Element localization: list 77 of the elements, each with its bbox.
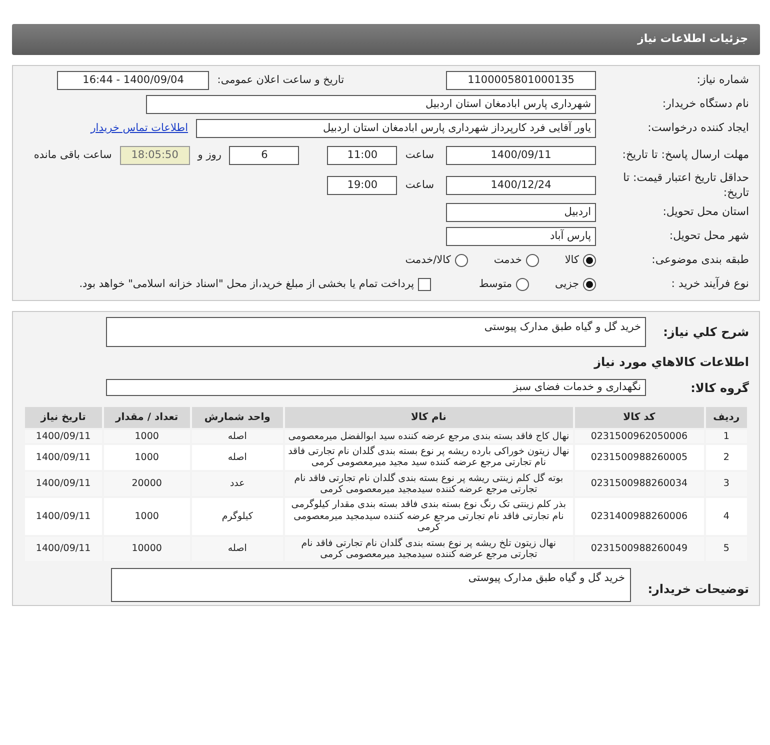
table-cell: 0231500988260049	[574, 536, 705, 562]
table-cell: 0231500988260034	[574, 470, 705, 498]
column-header: واحد شمارش	[191, 406, 284, 428]
table-cell: 0231400988260006	[574, 497, 705, 536]
contact-link[interactable]: اطلاعات تماس خریدار	[90, 120, 188, 136]
field-label: ساعت	[405, 178, 434, 193]
table-cell: 0231500988260005	[574, 444, 705, 471]
field-value: 1400/09/04 - 16:44	[57, 71, 210, 90]
field-label: استان محل تحویل:	[662, 205, 749, 220]
radio-button[interactable]	[516, 278, 530, 291]
radio-button[interactable]	[454, 254, 468, 267]
radio-label: کالا	[564, 252, 579, 268]
time-value: 19:00	[327, 176, 398, 195]
table-cell: نهال زیتون خوراکی بارده ریشه پر نوع بسته بندی گلدان نام تجارتی فاقد نام تجارتی مرجع عرضه کننده سید مجید میرمعصومی کرمی	[284, 444, 574, 471]
table-cell: 1400/09/11	[24, 470, 103, 498]
field-label: نام دستگاه خریدار:	[661, 97, 749, 112]
table-cell: 20000	[102, 470, 192, 498]
field-label: حداقل تاریخ اعتبار قیمت: تا تاریخ:	[622, 171, 749, 200]
radio-label: خدمت	[494, 252, 522, 268]
table-cell: 4	[704, 497, 748, 536]
checkbox[interactable]	[418, 278, 432, 291]
table-cell: 1000	[102, 497, 192, 536]
table-cell: اصله	[191, 444, 284, 471]
radio-button[interactable]	[583, 278, 596, 291]
table-cell: عدد	[191, 470, 284, 498]
checkbox-label: پرداخت تمام یا بخشی از مبلغ خرید،از محل "اسناد خزانه اسلامی" خواهد بود.	[79, 276, 414, 292]
field-label: گروه کالا:	[690, 380, 749, 396]
field-value: نگهداری و خدمات فضای سبز	[106, 379, 646, 396]
table-cell: 5	[704, 536, 748, 562]
field-label: ایجاد کننده درخواست:	[646, 121, 749, 136]
table-cell: 1400/09/11	[24, 536, 103, 562]
table-cell: 3	[704, 470, 748, 498]
page-title: جزئیات اطلاعات نیاز	[12, 24, 760, 54]
field-value: یاور آقایی فرد کارپرداز شهرداری پارس ابادمغان استان اردبیل	[196, 119, 596, 138]
table-cell: 2	[704, 444, 748, 471]
date-value: 1400/12/24	[446, 176, 596, 195]
table-cell: بذر کلم زینتی تک رنگ نوع بسته بندی فاقد بسته بندی مقدار کیلوگرمی نام تجارتی فاقد نام تجارتی مرجع عرضه کننده سیدمجید میرمعصومی کرمی	[284, 497, 574, 536]
table-cell: اصله	[191, 536, 284, 562]
radio-label: متوسط	[479, 276, 512, 292]
field-label: مهلت ارسال پاسخ: تا تاریخ:	[621, 148, 749, 163]
field-value: پارس آباد	[446, 227, 596, 246]
field-label: تاریخ و ساعت اعلان عمومی:	[217, 72, 344, 88]
table-cell: کیلوگرم	[191, 497, 284, 536]
summary-value: خريد گل و گیاه طبق مدارک پیوستی	[106, 316, 646, 346]
table-cell: بوته گل کلم زینتی ریشه پر نوع بسته بندی گلدان نام تجارتی فاقد نام تجارتی مرجع عرضه کننده سیدمجید میرمعصومی کرمی	[284, 470, 574, 498]
field-label: ساعت باقی مانده	[34, 148, 112, 163]
table-cell: نهال زیتون تلخ ریشه پر نوع بسته بندی گلدان نام تجارتی فاقد نام تجارتی مرجع عرضه کننده سیدمجید میرمعصومی کرمی	[284, 536, 574, 562]
time-value: 11:00	[327, 146, 398, 165]
radio-label: جزیی	[555, 276, 579, 292]
field-value: اردبیل	[446, 203, 596, 222]
field-label: شرح کلي نياز:	[662, 324, 749, 340]
field-label: توضیحات خریدار:	[646, 581, 749, 598]
field-label: ساعت	[405, 148, 434, 163]
field-label: روز و	[198, 148, 222, 163]
radio-button[interactable]	[526, 254, 539, 267]
column-header: نام کالا	[284, 406, 574, 428]
field-label: طبقه بندی موضوعی:	[650, 253, 749, 268]
field-label: شهر محل تحویل:	[668, 229, 749, 244]
table-cell: 10000	[102, 536, 192, 562]
radio-button[interactable]	[583, 254, 596, 267]
date-value: 1400/09/11	[446, 146, 596, 165]
column-header: رديف	[704, 406, 748, 428]
field-label: نوع فرآیند خرید :	[670, 277, 749, 292]
section-title: اطلاعات کالاهاي مورد نياز	[594, 354, 749, 370]
table-cell: 1400/09/11	[24, 497, 103, 536]
table-cell: 1000	[102, 444, 192, 471]
column-header: تاریخ نیاز	[24, 406, 103, 428]
field-label: شماره نیاز:	[696, 73, 749, 88]
table-cell: 1400/09/11	[24, 444, 103, 471]
column-header: کد کالا	[574, 406, 705, 428]
column-header: تعداد / مقدار	[102, 406, 192, 428]
field-value: 1100005801000135	[446, 71, 596, 90]
radio-label: کالا/خدمت	[405, 252, 451, 268]
field-value: شهرداری پارس ابادمغان استان اردبیل	[146, 95, 596, 114]
remaining-time: 18:05:50	[120, 146, 190, 165]
days-value: 6	[229, 146, 300, 165]
notes-value: خريد گل و گیاه طبق مدارک پیوستی	[111, 568, 631, 602]
